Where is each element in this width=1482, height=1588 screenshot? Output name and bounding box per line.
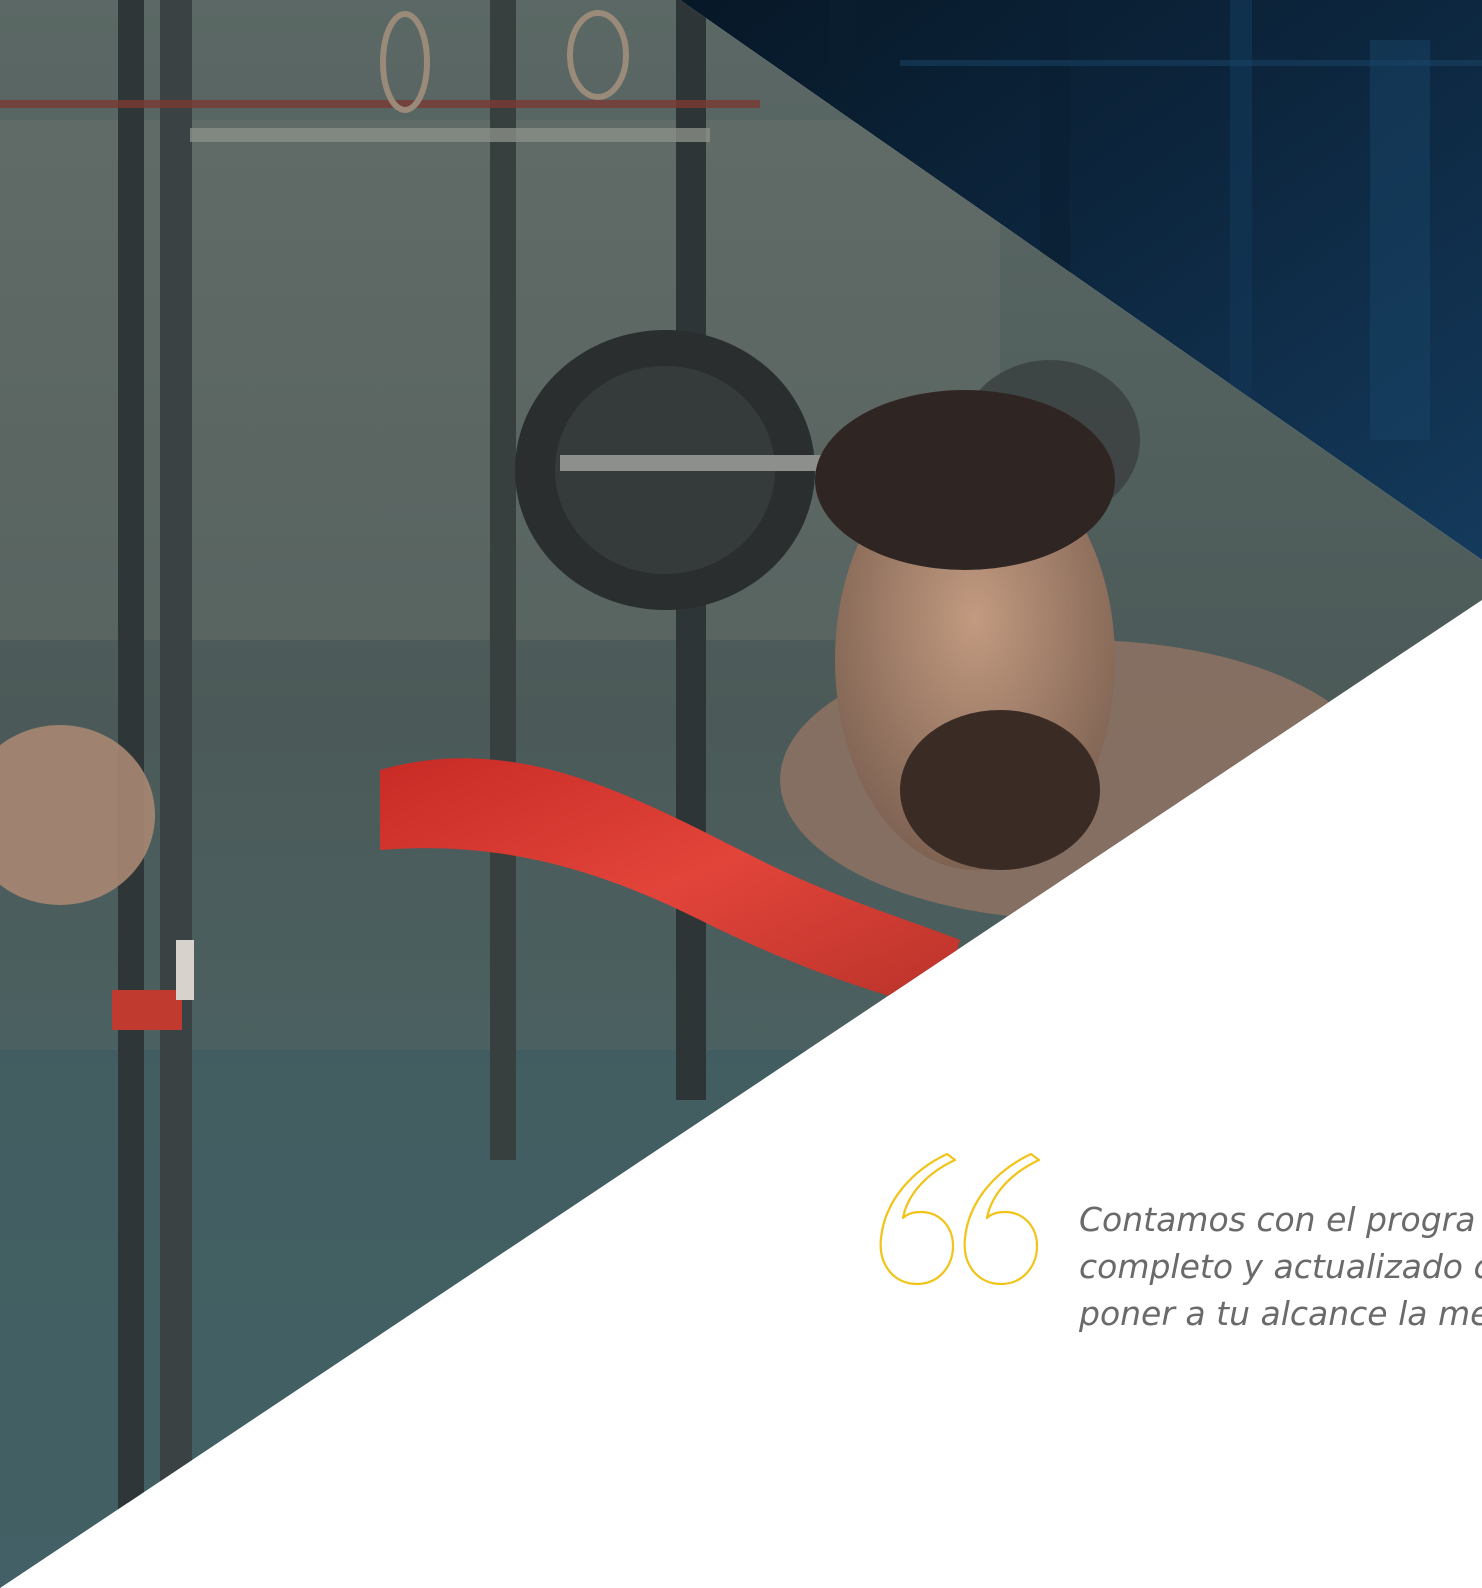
quote-open-icon [879, 1152, 1041, 1286]
quote-text: Contamos con el progra completo y actual… [1079, 1196, 1482, 1337]
testimonial-quote: Contamos con el progra completo y actual… [873, 1148, 1482, 1348]
quote-line-1: Contamos con el progra [1079, 1200, 1476, 1239]
page: Contamos con el progra completo y actual… [0, 0, 1482, 1588]
hero-background [0, 0, 1482, 1588]
quote-line-2: completo y actualizado c [1079, 1247, 1482, 1286]
quote-line-3: poner a tu alcance la me [1079, 1294, 1482, 1333]
